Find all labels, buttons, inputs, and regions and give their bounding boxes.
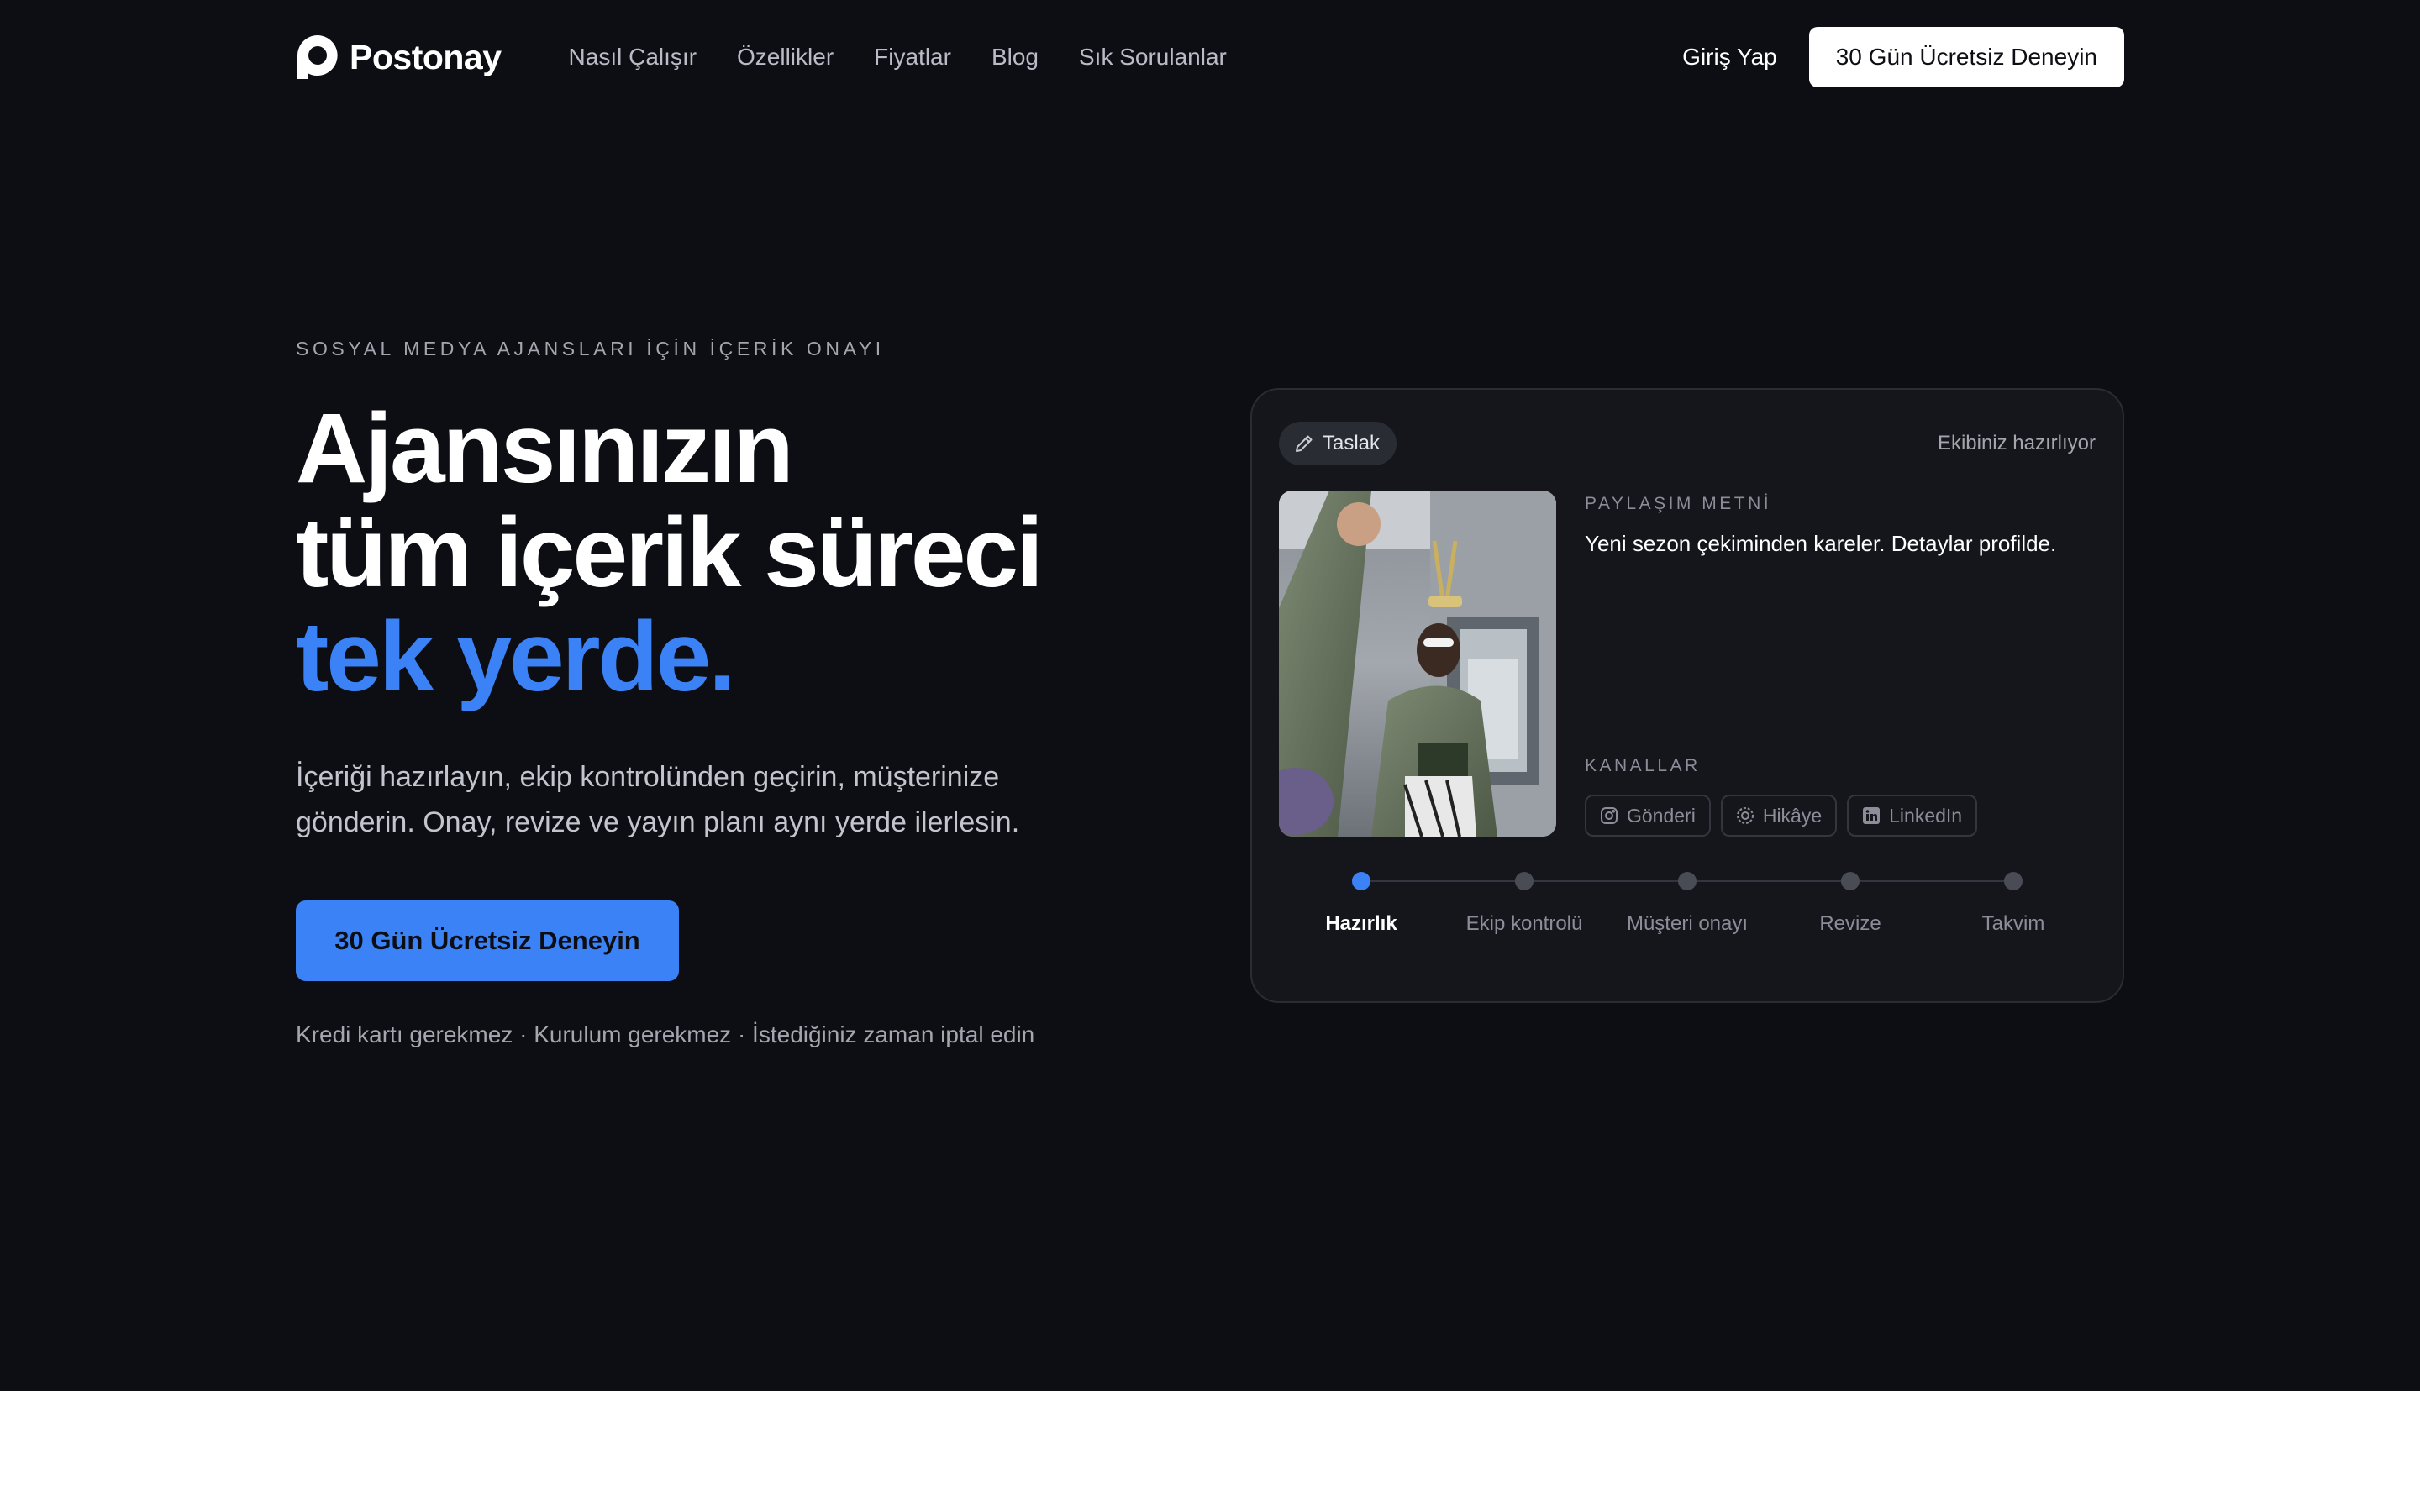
nav-link-how-it-works[interactable]: Nasıl Çalışır <box>569 44 697 71</box>
pencil-icon <box>1296 435 1313 452</box>
story-icon <box>1736 807 1754 824</box>
step-client-approval[interactable]: Müşteri onayı <box>1603 872 1771 936</box>
step-team-review[interactable]: Ekip kontrolü <box>1440 872 1608 936</box>
headline-accent: tek yerde. <box>296 601 736 712</box>
top-nav: Postonay Nasıl Çalışır Özellikler Fiyatl… <box>296 27 2124 87</box>
step-label: Hazırlık <box>1325 912 1397 935</box>
hero-section: Postonay Nasıl Çalışır Özellikler Fiyatl… <box>0 0 2420 1391</box>
channels-label: KANALLAR <box>1585 756 1701 775</box>
channel-chip-post[interactable]: Gönderi <box>1585 795 1711 837</box>
channel-chip-label: Hikâye <box>1762 804 1823 827</box>
headline-line-1: Ajansınızın <box>296 393 794 504</box>
hero-subtitle: İçeriği hazırlayın, ekip kontrolünden ge… <box>296 754 1102 845</box>
post-caption: Yeni sezon çekiminden kareler. Detaylar … <box>1585 531 2057 556</box>
channel-chip-label: LinkedIn <box>1889 804 1963 827</box>
instagram-icon <box>1601 807 1618 824</box>
nav-trial-button[interactable]: 30 Gün Ücretsiz Deneyin <box>1808 27 2124 87</box>
step-label: Takvim <box>1981 912 2045 935</box>
channel-chip-linkedin[interactable]: LinkedIn <box>1847 795 1978 837</box>
post-image <box>1279 491 1556 837</box>
hero-trial-button[interactable]: 30 Gün Ücretsiz Deneyin <box>296 900 679 981</box>
channel-chip-label: Gönderi <box>1627 804 1696 827</box>
nav-link-blog[interactable]: Blog <box>992 44 1039 71</box>
headline-line-2: tüm içerik süreci <box>296 497 1044 608</box>
post-photo-illustration <box>1279 491 1556 837</box>
status-badge: Taslak <box>1279 422 1397 465</box>
step-preparation[interactable]: Hazırlık <box>1277 872 1445 936</box>
step-revision[interactable]: Revize <box>1766 872 1934 936</box>
step-label: Revize <box>1819 912 1881 935</box>
content-preview-card: Taslak Ekibiniz hazırlıyor PAYLAŞIM METN… <box>1250 388 2124 1003</box>
nav-link-pricing[interactable]: Fiyatlar <box>874 44 951 71</box>
hero-headline: Ajansınızın tüm içerik süreci tek yerde. <box>296 393 1044 712</box>
hero-eyebrow: SOSYAL MEDYA AJANSLARI İÇİN İÇERİK ONAYI <box>296 338 885 360</box>
status-badge-label: Taslak <box>1323 432 1381 454</box>
nav-link-faq[interactable]: Sık Sorulanlar <box>1079 44 1227 71</box>
step-dot <box>1841 872 1860 890</box>
hero-footnote: Kredi kartı gerekmez · Kurulum gerekmez … <box>296 1021 1035 1047</box>
channel-chips: Gönderi Hikâye LinkedIn <box>1585 795 1978 837</box>
nav-actions: Giriş Yap 30 Gün Ücretsiz Deneyin <box>1682 27 2124 87</box>
step-dot <box>1515 872 1534 890</box>
login-link[interactable]: Giriş Yap <box>1682 44 1777 71</box>
card-status-text: Ekibiniz hazırlıyor <box>1937 432 2096 454</box>
step-calendar[interactable]: Takvim <box>1929 872 2097 936</box>
step-label: Ekip kontrolü <box>1465 912 1583 935</box>
step-label: Müşteri onayı <box>1626 912 1749 935</box>
logo-icon <box>297 35 338 79</box>
step-dot <box>1678 872 1697 890</box>
channel-chip-story[interactable]: Hikâye <box>1720 795 1838 837</box>
step-dot <box>2004 872 2023 890</box>
nav-link-features[interactable]: Özellikler <box>737 44 834 71</box>
brand-name: Postonay <box>350 37 502 76</box>
nav-links: Nasıl Çalışır Özellikler Fiyatlar Blog S… <box>569 44 1227 71</box>
caption-label: PAYLAŞIM METNİ <box>1585 494 1772 513</box>
subtitle-line-1: İçeriği hazırlayın, ekip kontrolünden ge… <box>296 761 1000 793</box>
brand-logo[interactable]: Postonay <box>296 34 502 81</box>
subtitle-line-2: gönderin. Onay, revize ve yayın planı ay… <box>296 806 1020 838</box>
step-dot <box>1352 872 1370 890</box>
workflow-steps: Hazırlık Ekip kontrolü Müşteri onayı Rev… <box>1252 867 2126 951</box>
linkedin-icon <box>1863 807 1881 824</box>
